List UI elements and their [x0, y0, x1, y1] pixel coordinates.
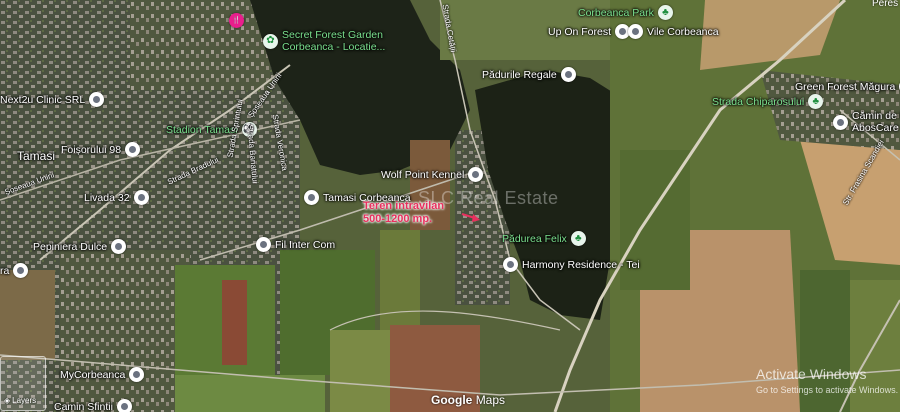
pin-label: Stadion Tamasi [166, 123, 238, 136]
layers-icon: ◈ [4, 396, 11, 405]
pin-label: Corbeanca Park [578, 6, 654, 19]
activate-windows-title: Activate Windows [756, 366, 867, 382]
pin-pepiniera[interactable]: Pepiniera Dulce [33, 239, 127, 254]
pin-pink-poi[interactable]: 🍴 [229, 13, 244, 28]
layers-button[interactable]: ◈ Layers [0, 356, 46, 411]
plot-label-line1: Teren intravilan [363, 200, 445, 212]
pin-harmony[interactable]: Harmony Residence - Tei [503, 257, 640, 272]
pin-up-on-forest[interactable]: Up On Forest [548, 24, 631, 39]
flower-icon: ✿ [266, 35, 275, 46]
pin-secret-forest[interactable]: ✿ Secret Forest Garden Corbeanca - Locat… [263, 29, 385, 53]
google-maps-logo: Google Maps [431, 393, 505, 407]
pin-foisorului[interactable]: Foișorului 98 [61, 142, 141, 157]
plot-label: Teren intravilan 500-1200 mp. [363, 200, 444, 226]
pin-label-line2: Corbeanca - Locatie... [282, 41, 386, 53]
pin-marker-icon [304, 190, 319, 205]
pin-wolf-point[interactable]: Wolf Point Kennel [381, 167, 484, 182]
map-canvas[interactable]: ✿ Secret Forest Garden Corbeanca - Locat… [0, 0, 900, 412]
pin-marker-icon [89, 92, 105, 107]
pin-marker-icon [628, 24, 643, 39]
pin-marker-icon [256, 237, 271, 252]
pin-marker-icon [125, 142, 141, 157]
plot-label-line2: 500-1200 mp. [363, 213, 433, 225]
pin-stadion[interactable]: Stadion Tamasi ⚽ [166, 122, 257, 137]
pin-label: Strada Chiparosului [712, 95, 805, 108]
activate-windows-notice: Activate Windows Go to Settings to activ… [756, 366, 898, 395]
pin-label: Harmony Residence - Tei [522, 258, 640, 271]
pin-corbeanca-park[interactable]: Corbeanca Park ♣ [578, 5, 673, 20]
activate-windows-subtitle: Go to Settings to activate Windows. [756, 385, 899, 395]
pin-label: Tamasi [17, 149, 56, 163]
pin-label: MyCorbeanca [60, 368, 126, 381]
pin-livada[interactable]: Livada 32 [84, 190, 149, 205]
pin-marker-icon [560, 67, 576, 82]
pin-marker-icon [13, 263, 29, 278]
pin-label: Next2u Clinic SRL [0, 93, 86, 106]
pin-marker-icon [129, 367, 145, 382]
restaurant-icon: 🍴 [232, 17, 241, 24]
pin-marker-icon [503, 257, 518, 272]
pin-marker-icon [111, 239, 127, 254]
pin-green-forest[interactable]: Green Forest Măgura [795, 79, 900, 94]
pin-label: Secret Forest Garden [282, 29, 383, 41]
pin-next2u[interactable]: Next2u Clinic SRL [0, 92, 105, 107]
pin-marker-icon [133, 190, 149, 205]
pin-camin-sfintii[interactable]: Camin Sfintii [54, 399, 132, 412]
layers-label: Layers [12, 396, 37, 405]
pin-label: Pădurile Regale [482, 68, 557, 81]
pin-label: ra [0, 264, 10, 277]
pin-label: Livada 32 [84, 191, 130, 204]
tree-icon: ♣ [575, 232, 582, 244]
pin-padurile-regale[interactable]: Pădurile Regale [482, 67, 576, 82]
pin-label: Pepiniera Dulce [33, 240, 108, 253]
pin-marker-icon [116, 399, 132, 412]
place-label-tamasi: Tamasi [17, 150, 55, 162]
maps-word: Maps [475, 393, 506, 407]
pin-fil-inter[interactable]: Fil Inter Com [256, 237, 335, 252]
pin-label: Green Forest Măgura [795, 80, 896, 93]
pin-label: Vile Corbeanca [647, 25, 719, 38]
pin-strada-chiparosului[interactable]: Strada Chiparosului ♣ [712, 94, 824, 109]
pin-label: Fil Inter Com [275, 238, 336, 251]
google-brand: Google [431, 393, 473, 407]
pin-label: Camin Sfintii [54, 400, 113, 412]
pin-mycorbeanca[interactable]: MyCorbeanca [60, 367, 145, 382]
pin-camin[interactable]: Cămin de B AbosCare [833, 110, 900, 134]
pin-label: Cămin de B [852, 110, 900, 122]
pin-padurea-felix[interactable]: Pădurea Felix ♣ [502, 231, 586, 246]
pin-marker-icon [833, 114, 848, 130]
pin-vile-corbeanca[interactable]: Vile Corbeanca [628, 24, 719, 39]
tree-icon: ♣ [662, 6, 669, 18]
pin-label: Pădurea Felix [502, 232, 567, 245]
pin-label-line2: AbosCare [852, 122, 899, 134]
pin-marker-icon [468, 167, 484, 182]
pin-label: Wolf Point Kennel [381, 168, 465, 181]
tree-icon: ♣ [812, 95, 819, 107]
place-label-partial: Peres [872, 0, 899, 9]
pin-label: Up On Forest [548, 25, 612, 38]
pin-ra[interactable]: ra [0, 263, 29, 278]
pin-label: Foișorului 98 [61, 143, 122, 156]
